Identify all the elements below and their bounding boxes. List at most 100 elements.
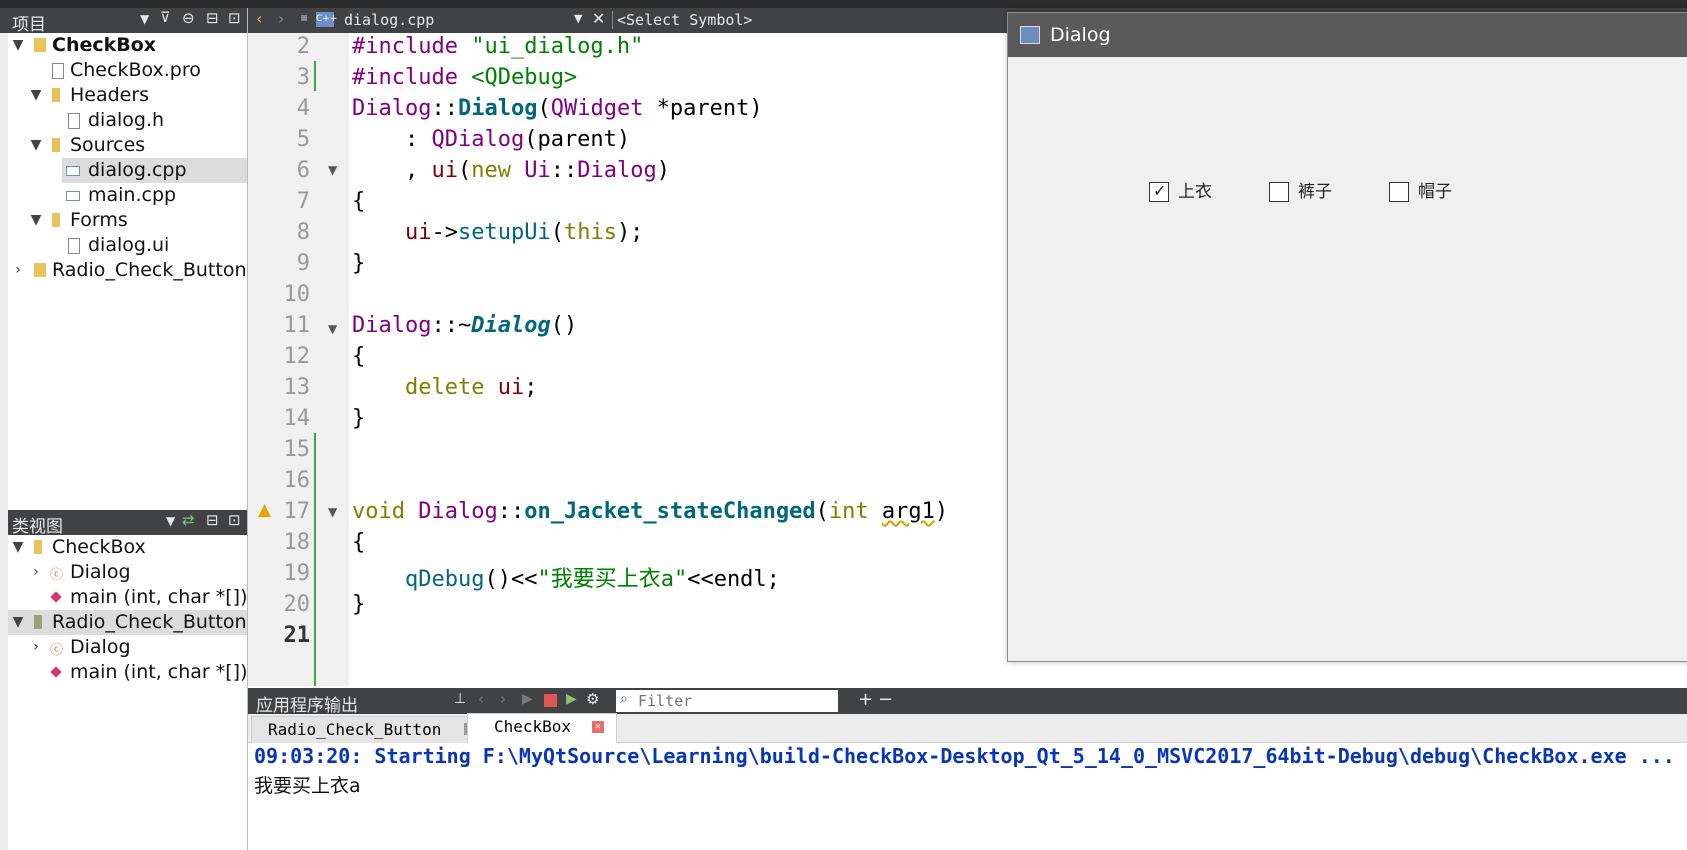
tab-checkbox[interactable]: CheckBox ✕	[467, 713, 617, 743]
debug-run-icon[interactable]: ▶	[566, 691, 577, 707]
dropdown-arrow-icon[interactable]: ▼	[574, 12, 582, 25]
open-file-name[interactable]: dialog.cpp	[344, 11, 434, 29]
close-tab-icon[interactable]: ✕	[592, 721, 604, 733]
tree-item-checkbox[interactable]: ▼ CheckBox	[0, 535, 248, 560]
fold-arrow-icon[interactable]: ▼	[328, 322, 337, 336]
token: (	[815, 499, 829, 524]
chevron-down-icon[interactable]: ▼	[10, 33, 26, 58]
chevron-right-icon[interactable]: ›	[28, 560, 44, 585]
chevron-down-icon[interactable]: ▼	[28, 208, 44, 233]
dropdown-arrow-icon[interactable]: ▼	[166, 514, 175, 528]
fold-arrow-icon[interactable]: ▼	[328, 505, 337, 519]
class-icon: ⓒ	[50, 643, 64, 658]
tab-radio-check-button[interactable]: Radio_Check_Button ✕	[251, 716, 483, 744]
gear-icon[interactable]: ⚙	[586, 690, 599, 708]
chevron-right-icon[interactable]: ›	[10, 258, 26, 283]
top-menu-strip	[0, 0, 1687, 8]
dropdown-arrow-icon[interactable]: ▼	[140, 12, 149, 26]
attach-icon[interactable]: ⊥	[454, 691, 466, 707]
next-icon[interactable]: ›	[500, 690, 506, 708]
tab-label: Radio_Check_Button	[268, 720, 442, 739]
token: )	[656, 158, 670, 183]
warning-icon[interactable]: ▲	[258, 500, 271, 520]
tree-item-checkbox-pro[interactable]: CheckBox.pro	[0, 58, 248, 83]
checkbox-box[interactable]	[1389, 182, 1409, 202]
split-icon[interactable]: ⊟	[206, 511, 219, 529]
chevron-down-icon[interactable]: ▼	[10, 535, 26, 560]
dialog-window[interactable]: Dialog ✓ 上衣 裤子 帽子	[1007, 12, 1687, 662]
function-icon	[50, 591, 62, 603]
token: <<endl;	[687, 567, 780, 592]
filter-icon[interactable]: ⊽	[160, 10, 170, 26]
tree-item-dialog-h[interactable]: dialog.h	[0, 108, 248, 133]
class-icon: ⓒ	[50, 568, 64, 583]
forward-arrow-icon[interactable]: ›	[278, 9, 284, 28]
token: Dialog	[577, 158, 657, 183]
split-icon[interactable]: ⊟	[206, 9, 219, 27]
sync-icon[interactable]: ⇄	[182, 511, 195, 529]
link-icon[interactable]: ⊖	[182, 9, 195, 27]
tree-item-dialog-ui[interactable]: dialog.ui	[0, 233, 248, 258]
close-pane-icon[interactable]: ⊡	[228, 511, 241, 529]
tree-label: main (int, char *[])	[70, 586, 248, 608]
tree-label: Radio_Check_Button	[52, 259, 247, 281]
code-line-14: }	[352, 406, 365, 431]
token: {	[352, 530, 366, 555]
tree-item-dialog-cpp[interactable]: dialog.cpp	[62, 158, 248, 183]
stop-icon[interactable]	[544, 694, 557, 707]
line-number: 19	[283, 561, 311, 586]
checkbox-box[interactable]	[1269, 182, 1289, 202]
line-number: 3	[296, 65, 310, 90]
token: Dialog	[418, 499, 498, 524]
output-line-starting: 09:03:20: Starting F:\MyQtSource\Learnin…	[254, 744, 1675, 768]
chevron-down-icon[interactable]: ▼	[28, 133, 44, 158]
project-folder-icon	[34, 263, 46, 277]
minus-icon[interactable]: −	[878, 689, 893, 710]
tree-item-checkbox-project[interactable]: ▼ CheckBox	[0, 33, 248, 58]
prev-icon[interactable]: ‹	[478, 690, 484, 708]
tree-item-headers[interactable]: ▼ Headers	[0, 83, 248, 108]
tree-item-sources[interactable]: ▼ Sources	[0, 133, 248, 158]
tree-item-forms[interactable]: ▼ Forms	[0, 208, 248, 233]
run-icon[interactable]: ▶	[522, 691, 533, 707]
symbol-selector[interactable]: <Select Symbol>	[612, 11, 752, 29]
project-pane-title: 项目	[12, 15, 46, 35]
filter-field[interactable]: ⌕	[616, 690, 838, 712]
tree-label: Dialog	[70, 636, 131, 658]
token: int	[828, 499, 869, 524]
tree-item-main-cpp[interactable]: main.cpp	[0, 183, 248, 208]
tree-item-radio-check-button[interactable]: ▼ Radio_Check_Button	[0, 610, 248, 635]
dialog-title-bar[interactable]: Dialog	[1008, 13, 1687, 57]
token: delete	[404, 375, 485, 400]
add-icon[interactable]: +	[858, 689, 873, 710]
chevron-right-icon[interactable]: ›	[28, 635, 44, 660]
code-line-18: {	[352, 530, 365, 555]
tree-item-main-func[interactable]: main (int, char *[])	[0, 660, 248, 685]
close-file-icon[interactable]: ✕	[592, 9, 605, 28]
tree-item-dialog-class[interactable]: › ⓒ Dialog	[0, 560, 248, 585]
line-number: 5	[296, 127, 310, 152]
tree-item-dialog-class[interactable]: › ⓒ Dialog	[0, 635, 248, 660]
token: Ui	[524, 158, 551, 183]
tree-label: Radio_Check_Button	[52, 611, 247, 633]
chevron-down-icon[interactable]: ▼	[28, 83, 44, 108]
checkbox-label: 裤子	[1298, 182, 1332, 202]
token: this	[563, 220, 617, 245]
tree-item-main-func[interactable]: main (int, char *[])	[0, 585, 248, 610]
fold-arrow-icon[interactable]: ▼	[328, 163, 337, 177]
filter-input[interactable]	[636, 691, 836, 711]
chevron-down-icon[interactable]: ▼	[10, 610, 26, 635]
back-arrow-icon[interactable]: ‹	[256, 9, 262, 28]
line-number: 20	[283, 592, 311, 617]
checkbox-label: 上衣	[1178, 182, 1212, 202]
code-line-9: }	[352, 251, 365, 276]
tree-item-radio-check-button[interactable]: › Radio_Check_Button	[0, 258, 248, 283]
token: setupUi	[457, 220, 551, 245]
line-number: 2	[296, 34, 310, 59]
code-line-7: {	[352, 189, 365, 214]
tree-label: dialog.ui	[88, 234, 170, 256]
close-pane-icon[interactable]: ⊡	[228, 9, 241, 27]
check-mark-icon: ✓	[1153, 181, 1167, 200]
